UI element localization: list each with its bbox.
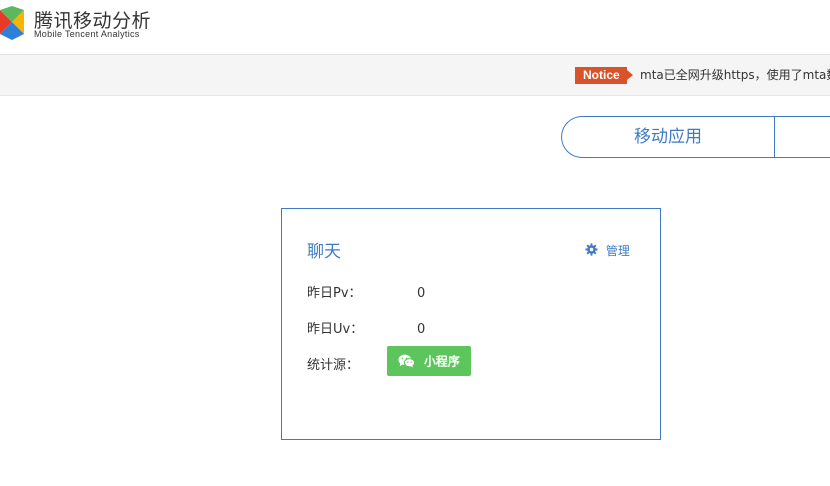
- mini-program-label: 小程序: [423, 354, 460, 369]
- manage-link[interactable]: 管理: [585, 242, 630, 258]
- header: 腾讯移动分析 Mobile Tencent Analytics: [0, 0, 830, 55]
- pv-value: 0: [417, 286, 426, 301]
- manage-label: 管理: [605, 244, 630, 258]
- brand-subtitle: Mobile Tencent Analytics: [34, 29, 140, 39]
- gear-icon: [585, 243, 598, 256]
- uv-label: 昨日Uv：: [307, 322, 364, 337]
- app-title[interactable]: 聊天: [307, 237, 341, 262]
- uv-value: 0: [417, 322, 426, 337]
- pv-label: 昨日Pv：: [307, 286, 362, 301]
- tab-mobile-app[interactable]: 移动应用: [562, 117, 774, 157]
- pv-row: 昨日Pv： 0: [307, 282, 425, 301]
- app-card: 聊天 管理 昨日Pv： 0 昨日Uv： 0 统计源： 小程序: [281, 208, 661, 440]
- mini-program-button[interactable]: 小程序: [387, 346, 471, 376]
- app-type-tabs: 移动应用: [561, 116, 830, 158]
- notice-badge: Notice: [575, 67, 633, 84]
- uv-row: 昨日Uv： 0: [307, 318, 425, 337]
- tab-next[interactable]: [775, 117, 830, 157]
- mta-logo-icon[interactable]: [0, 6, 28, 42]
- wechat-icon: [398, 354, 416, 367]
- notice-bar: Notice mta已全网升级https，使用了mta数据: [0, 55, 830, 96]
- notice-text[interactable]: mta已全网升级https，使用了mta数据: [640, 67, 830, 84]
